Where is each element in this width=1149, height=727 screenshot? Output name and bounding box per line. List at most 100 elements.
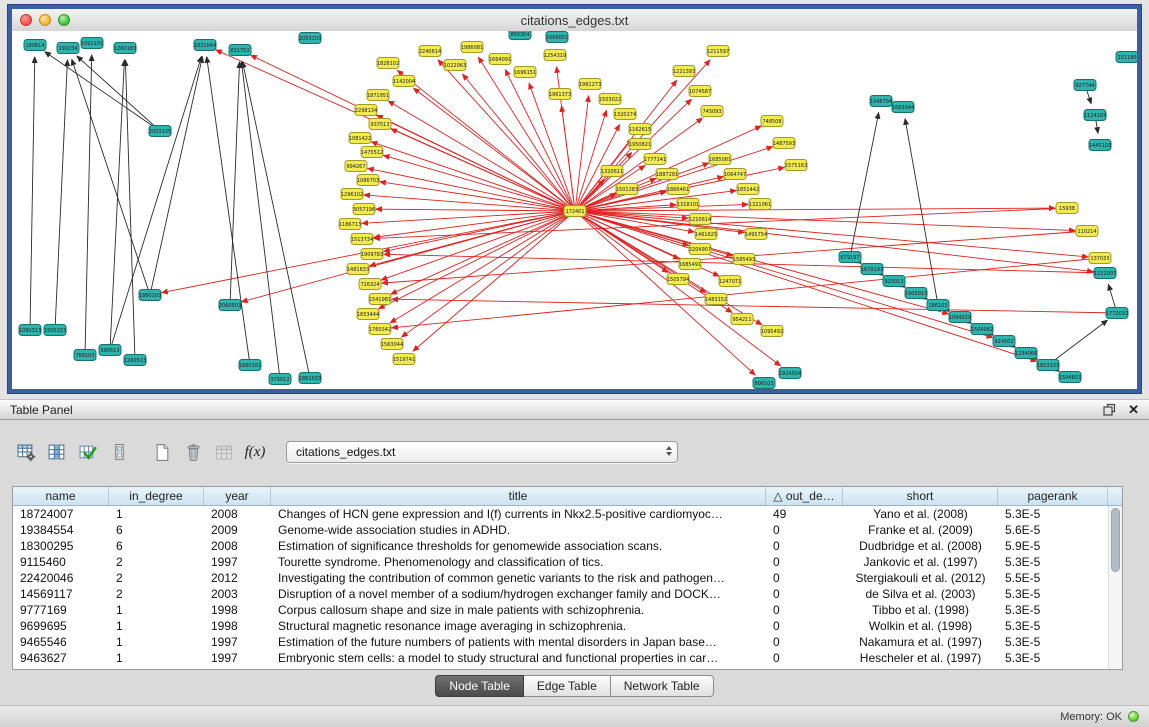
graph-edge[interactable] bbox=[110, 56, 201, 350]
column-header-3[interactable]: title bbox=[271, 487, 766, 505]
graph-node[interactable]: 1022063 bbox=[444, 60, 466, 71]
graph-node[interactable]: 679197 bbox=[839, 252, 861, 263]
graph-node[interactable]: 1124103 bbox=[1084, 110, 1106, 121]
graph-node[interactable]: 1950153 bbox=[44, 325, 66, 336]
graph-node[interactable]: 1142004 bbox=[393, 76, 415, 87]
table-row[interactable]: 969969511998Structural magnetic resonanc… bbox=[13, 618, 1108, 634]
graph-node[interactable]: 2240614 bbox=[419, 46, 441, 57]
graph-edge[interactable] bbox=[392, 299, 1117, 313]
graph-node[interactable]: 1162615 bbox=[629, 124, 651, 135]
graph-node[interactable]: 1064747 bbox=[724, 169, 746, 180]
delete-column-button[interactable] bbox=[179, 439, 207, 465]
graph-node[interactable]: 1653444 bbox=[357, 309, 379, 320]
graph-node[interactable]: 376012 bbox=[269, 374, 291, 385]
graph-node[interactable]: 1091101 bbox=[81, 38, 103, 49]
graph-node[interactable]: 1860161 bbox=[239, 360, 261, 371]
graph-node[interactable]: 1831044 bbox=[194, 40, 216, 51]
graph-node[interactable]: 1828102 bbox=[377, 58, 399, 69]
graph-node[interactable]: 1950821 bbox=[629, 139, 651, 150]
graph-node[interactable]: 1866461 bbox=[667, 184, 689, 195]
graph-node[interactable]: 1696151 bbox=[514, 67, 536, 78]
column-header-6[interactable]: pagerank bbox=[998, 487, 1108, 505]
graph-edge[interactable] bbox=[72, 59, 150, 295]
graph-edge[interactable] bbox=[388, 101, 575, 211]
graph-node[interactable]: 1575163 bbox=[785, 160, 807, 171]
graph-node[interactable]: 1234066 bbox=[1015, 348, 1037, 359]
graph-node[interactable]: 1986081 bbox=[461, 42, 483, 53]
graph-node[interactable]: 2298134 bbox=[355, 105, 377, 116]
graph-node[interactable]: 1461625 bbox=[695, 229, 717, 240]
graph-node[interactable]: 726324 bbox=[359, 279, 381, 290]
graph-node[interactable]: 856304 bbox=[509, 31, 531, 40]
graph-edge[interactable] bbox=[207, 57, 250, 365]
graph-edge[interactable] bbox=[241, 62, 280, 379]
graph-node[interactable]: 745093 bbox=[701, 106, 723, 117]
graph-edge[interactable] bbox=[110, 60, 124, 350]
close-panel-button[interactable]: ✕ bbox=[1128, 403, 1139, 416]
graph-node[interactable]: 1880103 bbox=[139, 290, 161, 301]
column-header-4[interactable]: △ out_de… bbox=[766, 487, 843, 505]
table-row[interactable]: 977716911998Corpus callosum shape and si… bbox=[13, 602, 1108, 618]
column-visibility-button[interactable] bbox=[43, 439, 71, 465]
graph-node[interactable]: 1513734 bbox=[351, 234, 373, 245]
graph-node[interactable]: 1081422 bbox=[349, 133, 371, 144]
graph-node[interactable]: 1318101 bbox=[677, 199, 699, 210]
graph-node[interactable]: 172401 bbox=[564, 206, 586, 217]
function-builder-button[interactable]: f(x) bbox=[241, 439, 269, 465]
graph-node[interactable]: 1853103 bbox=[1037, 360, 1059, 371]
graph-edge[interactable] bbox=[374, 208, 1067, 238]
graph-node[interactable]: 1481633 bbox=[347, 264, 369, 275]
graph-node[interactable]: 1948794 bbox=[870, 96, 892, 107]
graph-node[interactable]: 1504062 bbox=[971, 324, 993, 335]
network-window[interactable]: citations_edges.txt 17240118281021142004… bbox=[8, 5, 1141, 393]
graph-node[interactable]: 1903013 bbox=[905, 288, 927, 299]
graph-node[interactable]: 1887291 bbox=[656, 169, 678, 180]
graph-edge[interactable] bbox=[438, 60, 575, 211]
graph-node[interactable]: 1981273 bbox=[579, 79, 601, 90]
graph-edge[interactable] bbox=[384, 155, 575, 211]
graph-node[interactable]: 186103 bbox=[927, 300, 949, 311]
graph-edge[interactable] bbox=[30, 57, 35, 330]
graph-node[interactable]: 180614 bbox=[24, 40, 46, 51]
column-header-1[interactable]: in_degree bbox=[109, 487, 204, 505]
close-window-button[interactable] bbox=[20, 14, 32, 26]
graph-node[interactable]: 1585493 bbox=[733, 254, 755, 265]
graph-node[interactable]: 1679193 bbox=[861, 264, 883, 275]
network-canvas[interactable]: 1724011828102114200418719512298134937513… bbox=[12, 31, 1137, 389]
graph-node[interactable]: 2060503 bbox=[219, 300, 241, 311]
tab-edge-table[interactable]: Edge Table bbox=[524, 675, 611, 697]
graph-node[interactable]: 2204907 bbox=[689, 244, 711, 255]
graph-node[interactable]: 151190 bbox=[1116, 52, 1137, 63]
graph-edge[interactable] bbox=[562, 106, 575, 211]
graph-node[interactable]: 1685491 bbox=[679, 259, 701, 270]
table-row[interactable]: 1456911722003Disruption of a novel membe… bbox=[13, 586, 1108, 602]
graph-node[interactable]: 1211597 bbox=[707, 46, 729, 57]
graph-node[interactable]: 831702 bbox=[229, 45, 251, 56]
graph-node[interactable]: 1260183 bbox=[114, 43, 136, 54]
graph-node[interactable]: 2053103 bbox=[299, 33, 321, 44]
graph-node[interactable]: 1296102 bbox=[341, 189, 363, 200]
graph-node[interactable]: 789103 bbox=[74, 350, 96, 361]
graph-edge[interactable] bbox=[575, 211, 1037, 361]
selection-mode-button[interactable] bbox=[105, 439, 133, 465]
graph-node[interactable]: 190234 bbox=[57, 43, 79, 54]
graph-node[interactable]: 1247071 bbox=[719, 276, 741, 287]
graph-node[interactable]: 137033 bbox=[1089, 253, 1111, 264]
graph-node[interactable]: 1861033 bbox=[299, 373, 321, 384]
graph-node[interactable]: 1074587 bbox=[689, 86, 711, 97]
graph-edge[interactable] bbox=[1048, 320, 1107, 365]
table-selector-dropdown[interactable]: citations_edges.txt bbox=[286, 441, 678, 463]
graph-edge[interactable] bbox=[85, 55, 92, 355]
table-row[interactable]: 911546021997Tourette syndrome. Phenomeno… bbox=[13, 554, 1108, 570]
graph-node[interactable]: 1772032 bbox=[1106, 308, 1128, 319]
graph-node[interactable]: 1519741 bbox=[393, 354, 415, 365]
select-rows-button[interactable] bbox=[74, 439, 102, 465]
graph-edge[interactable] bbox=[243, 62, 310, 378]
minimize-window-button[interactable] bbox=[39, 14, 51, 26]
graph-edge[interactable] bbox=[371, 142, 575, 211]
graph-node[interactable]: 1664091 bbox=[489, 54, 511, 65]
graph-node[interactable]: 1095492 bbox=[761, 326, 783, 337]
table-options-button[interactable] bbox=[12, 439, 40, 465]
graph-node[interactable]: 1186713 bbox=[339, 219, 361, 230]
graph-node[interactable]: 1221393 bbox=[673, 66, 695, 77]
